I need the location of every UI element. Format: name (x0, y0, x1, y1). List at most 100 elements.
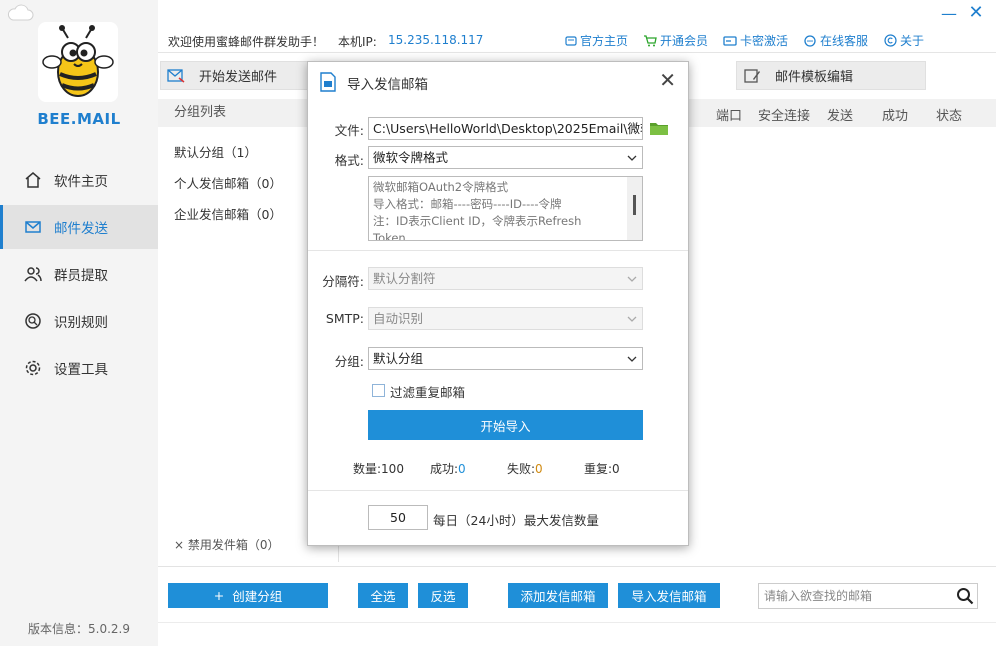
group-select[interactable]: 默认分组 (368, 347, 643, 370)
bee-logo (38, 22, 118, 102)
column-status[interactable]: 状态 (936, 105, 962, 124)
scrollbar-thumb[interactable] (633, 195, 636, 215)
link-label: 在线客服 (820, 34, 869, 48)
group-value: 默认分组 (373, 351, 424, 366)
sidebar-item-extract[interactable]: 群员提取 (0, 252, 158, 296)
group-item-default[interactable]: 默认分组（1） (174, 142, 257, 161)
link-support[interactable]: 在线客服 (803, 32, 868, 49)
sidebar-item-rules[interactable]: 识别规则 (0, 299, 158, 343)
stat-value: 0 (612, 462, 620, 476)
stat-value: 100 (381, 462, 404, 476)
folder-icon[interactable] (649, 120, 669, 139)
import-file-icon (319, 72, 337, 95)
sidebar-item-label: 识别规则 (54, 315, 108, 331)
disabled-label: 禁用发件箱（0） (187, 538, 280, 552)
chevron-down-icon (626, 308, 638, 329)
cart-icon (643, 34, 657, 47)
stat-label: 重复: (584, 462, 613, 476)
plus-icon: + (213, 588, 233, 603)
users-icon (24, 265, 42, 283)
ip-label: 本机IP: (338, 35, 377, 49)
smtp-select[interactable]: 自动识别 (368, 307, 643, 330)
link-label: 关于 (900, 34, 925, 48)
stat-count: 数量:100 (353, 460, 404, 477)
home-icon (24, 171, 42, 189)
link-label: 官方主页 (580, 34, 629, 48)
filter-duplicates-checkbox[interactable] (372, 384, 385, 397)
link-official-site[interactable]: 官方主页 (565, 32, 628, 49)
gear-icon (24, 359, 42, 377)
cloud-icon (6, 4, 34, 25)
template-icon (743, 68, 761, 84)
template-edit-button[interactable]: 邮件模板编辑 (736, 61, 926, 90)
create-group-button[interactable]: + 创建分组 (168, 583, 328, 608)
select-all-button[interactable]: 全选 (358, 583, 408, 608)
stat-success: 成功:0 (430, 460, 466, 477)
separator-label: 分隔符: (322, 274, 364, 289)
filter-duplicates-label[interactable]: 过滤重复邮箱 (390, 382, 465, 401)
version-info: 版本信息：5.0.2.9 (28, 622, 130, 636)
divider (158, 52, 996, 53)
dialog-close-button[interactable]: ✕ (659, 68, 676, 92)
max-send-label: 每日（24小时）最大发信数量 (433, 513, 599, 528)
key-icon (723, 35, 737, 47)
group-label: 分组: (334, 354, 364, 369)
smtp-label: SMTP: (325, 311, 364, 326)
format-description: 微软邮箱OAuth2令牌格式 导入格式：邮箱----密码----ID----令牌… (368, 176, 643, 241)
file-path-field[interactable]: C:\Users\HelloWorld\Desktop\2025Email\微软… (368, 117, 643, 140)
brand-name: BEE.MAIL (37, 110, 121, 128)
description-line: 导入格式：邮箱----密码----ID----令牌 (373, 197, 562, 211)
minimize-button[interactable]: — (940, 4, 958, 24)
link-activate-key[interactable]: 卡密激活 (723, 32, 788, 49)
send-mail-icon (167, 68, 185, 84)
description-line: Token (373, 231, 406, 241)
invert-selection-button[interactable]: 反选 (418, 583, 468, 608)
divider (158, 566, 996, 567)
divider (158, 622, 996, 623)
description-line: 微软邮箱OAuth2令牌格式 (373, 180, 509, 194)
mail-icon (24, 218, 42, 236)
close-window-button[interactable]: ✕ (966, 2, 986, 24)
link-membership[interactable]: 开通会员 (643, 32, 708, 49)
start-send-label: 开始发送邮件 (199, 70, 278, 85)
separator-select[interactable]: 默认分割符 (368, 267, 643, 290)
column-success[interactable]: 成功 (882, 105, 908, 124)
template-edit-label: 邮件模板编辑 (775, 70, 854, 85)
sidebar-item-label: 软件主页 (54, 174, 108, 190)
link-about[interactable]: 关于 (884, 32, 924, 49)
sidebar-item-label: 邮件发送 (54, 221, 108, 237)
homepage-icon (565, 35, 577, 47)
sidebar-item-label: 设置工具 (54, 362, 108, 378)
sidebar-item-mail-send[interactable]: 邮件发送 (0, 205, 158, 249)
description-scrollbar[interactable] (627, 177, 642, 240)
column-port[interactable]: 端口 (716, 105, 742, 124)
search-icon[interactable] (956, 587, 974, 608)
sidebar-item-home[interactable]: 软件主页 (0, 158, 158, 202)
column-secure[interactable]: 安全连接 (758, 105, 810, 124)
import-sender-button[interactable]: 导入发信邮箱 (618, 583, 720, 608)
format-value: 微软令牌格式 (373, 150, 449, 165)
max-send-input[interactable]: 50 (368, 505, 428, 530)
close-icon: × (174, 538, 188, 552)
stat-label: 失败: (507, 462, 536, 476)
link-label: 开通会员 (660, 34, 709, 48)
add-sender-button[interactable]: 添加发信邮箱 (508, 583, 608, 608)
group-item-personal[interactable]: 个人发信邮箱（0） (174, 173, 282, 192)
sidebar: BEE.MAIL 软件主页 邮件发送 群员提取 识别规则 设置工具 版本信息：5… (0, 0, 158, 646)
start-import-button[interactable]: 开始导入 (368, 410, 643, 440)
group-item-disabled[interactable]: × 禁用发件箱（0） (174, 536, 280, 553)
file-label: 文件: (334, 123, 364, 138)
group-item-enterprise[interactable]: 企业发信邮箱（0） (174, 204, 282, 223)
format-select[interactable]: 微软令牌格式 (368, 146, 643, 169)
description-line: 注：ID表示Client ID，令牌表示Refresh (373, 214, 582, 228)
chevron-down-icon (626, 348, 638, 369)
search-input[interactable] (764, 587, 949, 605)
start-send-button[interactable]: 开始发送邮件 (160, 61, 330, 90)
column-sent[interactable]: 发送 (827, 105, 853, 124)
import-sender-dialog: 导入发信邮箱 ✕ 文件: C:\Users\HelloWorld\Desktop… (307, 61, 689, 546)
group-list-header: 分组列表 (158, 99, 308, 127)
create-group-label: 创建分组 (232, 589, 283, 604)
chat-icon (803, 34, 817, 47)
sidebar-item-settings[interactable]: 设置工具 (0, 346, 158, 390)
sidebar-item-label: 群员提取 (54, 268, 108, 284)
